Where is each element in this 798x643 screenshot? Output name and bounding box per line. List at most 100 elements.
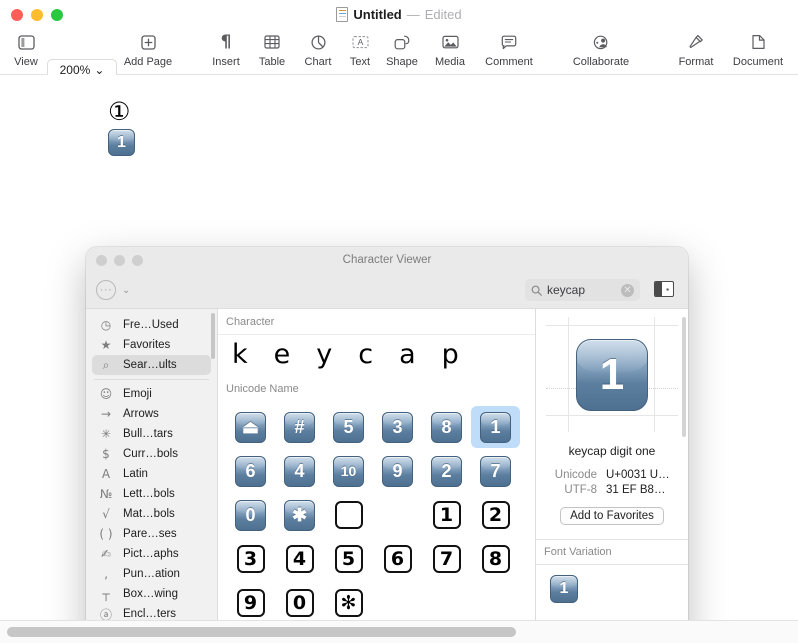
outlined-two: 2 bbox=[481, 501, 510, 529]
grid-cell-blank-keycap[interactable] bbox=[324, 494, 373, 536]
parenthesis-icon: ( ) bbox=[99, 527, 113, 541]
grid-cell-outlined-seven[interactable]: 7 bbox=[422, 538, 471, 580]
sidebar-scrollbar[interactable] bbox=[211, 313, 215, 359]
horizontal-scrollbar-track[interactable] bbox=[0, 620, 798, 643]
document-outlined-char: ① bbox=[108, 97, 131, 126]
toolbar-shape-label: Shape bbox=[386, 56, 418, 68]
outlined-asterisk: ✻ bbox=[334, 589, 363, 617]
sidebar-item-1[interactable]: ★ Favorites bbox=[92, 335, 211, 355]
character-viewer-sidebar: ◷ Fre…Used ★ Favorites ⌕ Sear…ults ☺ Emoji → Arro… bbox=[86, 309, 217, 643]
character-letter-1[interactable]: e bbox=[274, 339, 291, 370]
bullet-star-icon: ✳ bbox=[100, 427, 112, 441]
pictograph-icon: ✍ bbox=[100, 547, 112, 561]
sidebar-item-label: Sear…ults bbox=[123, 359, 177, 371]
grid-cell-outlined-five[interactable]: 5 bbox=[324, 538, 373, 580]
grid-cell-outlined-three[interactable]: 3 bbox=[226, 538, 275, 580]
toolbar-collaborate-button[interactable]: Collaborate bbox=[566, 31, 636, 68]
character-letter-4[interactable]: a bbox=[399, 339, 416, 370]
sidebar-item-11[interactable]: ✍ Pict…aphs bbox=[92, 544, 211, 564]
more-options-button[interactable]: ··· bbox=[96, 280, 116, 300]
sidebar-item-5[interactable]: ✳ Bull…tars bbox=[92, 424, 211, 444]
grid-cell-outlined-two[interactable]: 2 bbox=[471, 494, 520, 536]
add-to-favorites-button[interactable]: Add to Favorites bbox=[560, 507, 664, 525]
grid-cell-five-keycap[interactable]: 5 bbox=[324, 406, 373, 448]
font-variation-list: 1 bbox=[536, 565, 688, 603]
grid-cell-four-keycap[interactable]: 4 bbox=[275, 450, 324, 492]
unicode-value: U+0031 U… bbox=[606, 469, 670, 481]
three-keycap: 3 bbox=[382, 411, 413, 443]
character-letter-2[interactable]: y bbox=[316, 339, 332, 370]
document-title: Untitled bbox=[353, 6, 402, 22]
chevron-down-icon[interactable]: ⌄ bbox=[122, 285, 130, 296]
font-variation-keycap[interactable]: 1 bbox=[550, 575, 578, 603]
character-codes: Unicode U+0031 U… UTF-8 31 EF B8… bbox=[536, 469, 688, 496]
panel-toggle-right: ▪ bbox=[666, 284, 669, 294]
grid-cell-nine-keycap[interactable]: 9 bbox=[373, 450, 422, 492]
sidebar-item-7[interactable]: A Latin bbox=[92, 464, 211, 484]
sidebar-item-4[interactable]: → Arrows bbox=[92, 404, 211, 424]
character-letter-0[interactable]: k bbox=[232, 339, 248, 370]
toolbar-add-page-button[interactable]: Add Page bbox=[113, 31, 183, 68]
document-canvas[interactable]: ① 1 Character Viewer ··· ⌄ keycap ✕ ▪ ◷ … bbox=[0, 75, 798, 643]
sidebar-item-6[interactable]: $ Curr…bols bbox=[92, 444, 211, 464]
eight-keycap: 8 bbox=[431, 411, 462, 443]
grid-cell-outlined-asterisk[interactable]: ✻ bbox=[324, 582, 373, 624]
grid-cell-outlined-eight[interactable]: 8 bbox=[471, 538, 520, 580]
grid-cell-outlined-nine[interactable]: 9 bbox=[226, 582, 275, 624]
search-value: keycap bbox=[547, 283, 586, 297]
sidebar-item-2[interactable]: ⌕ Sear…ults bbox=[92, 355, 211, 375]
sidebar-item-3[interactable]: ☺ Emoji bbox=[92, 384, 211, 404]
grid-cell-outlined-four[interactable]: 4 bbox=[275, 538, 324, 580]
toolbar-document-button[interactable]: Document bbox=[723, 31, 793, 68]
utf8-label: UTF-8 bbox=[564, 484, 597, 496]
add-page-icon bbox=[140, 31, 156, 53]
grid-cell-six-keycap[interactable]: 6 bbox=[226, 450, 275, 492]
character-viewer-body: ◷ Fre…Used ★ Favorites ⌕ Sear…ults ☺ Emoji → Arro… bbox=[86, 308, 688, 643]
grid-cell-eject-keycap[interactable]: ⏏ bbox=[226, 406, 275, 448]
sidebar-item-9[interactable]: √ Mat…bols bbox=[92, 504, 211, 524]
grid-cell-asterisk-keycap[interactable]: ✱ bbox=[275, 494, 324, 536]
horizontal-scrollbar-thumb[interactable] bbox=[7, 627, 516, 637]
document-title-group: Untitled — Edited bbox=[0, 0, 798, 28]
character-letter-5[interactable]: p bbox=[442, 339, 459, 370]
sidebar-item-label: Pict…aphs bbox=[123, 548, 179, 560]
grid-cell-two-keycap[interactable]: 2 bbox=[422, 450, 471, 492]
text-box-icon: A bbox=[351, 31, 369, 53]
character-letter-3[interactable]: c bbox=[358, 339, 373, 370]
toolbar-format-button[interactable]: Format bbox=[661, 31, 731, 68]
grid-cell-outlined-six[interactable]: 6 bbox=[373, 538, 422, 580]
toolbar-view-label: View bbox=[14, 56, 38, 68]
toolbar-comment-button[interactable]: Comment bbox=[474, 31, 544, 68]
grid-cell-outlined-one[interactable]: 1 bbox=[422, 494, 471, 536]
detail-scrollbar[interactable] bbox=[682, 317, 686, 437]
box-drawing-icon: ┬ bbox=[102, 587, 110, 601]
panel-toggle-icon[interactable]: ▪ bbox=[654, 281, 674, 297]
character-letters-row: keycap bbox=[218, 335, 535, 376]
sidebar-item-0[interactable]: ◷ Fre…Used bbox=[92, 315, 211, 335]
sidebar-item-label: Favorites bbox=[123, 339, 171, 351]
sidebar-item-label: Lett…bols bbox=[123, 488, 175, 500]
screen: Untitled — Edited View 200% ⌄ Zoom Add P… bbox=[0, 0, 798, 643]
grid-cell-zero-keycap[interactable]: 0 bbox=[226, 494, 275, 536]
grid-cell-seven-keycap[interactable]: 7 bbox=[471, 450, 520, 492]
grid-cell-outlined-zero[interactable]: 0 bbox=[275, 582, 324, 624]
utf8-value: 31 EF B8… bbox=[606, 484, 666, 496]
sidebar-item-8[interactable]: № Lett…bols bbox=[92, 484, 211, 504]
sidebar-item-10[interactable]: ( ) Pare…ses bbox=[92, 524, 211, 544]
grid-cell-three-keycap[interactable]: 3 bbox=[373, 406, 422, 448]
grid-cell-one-keycap[interactable]: 1 bbox=[471, 406, 520, 448]
sidebar-item-13[interactable]: ┬ Box…wing bbox=[92, 584, 211, 604]
one-keycap: 1 bbox=[480, 411, 511, 443]
document-page-icon bbox=[751, 31, 765, 53]
clear-search-icon[interactable]: ✕ bbox=[621, 283, 634, 297]
search-icon bbox=[531, 285, 542, 296]
grid-cell-hash-keycap[interactable]: # bbox=[275, 406, 324, 448]
format-brush-icon bbox=[688, 31, 704, 53]
media-image-icon bbox=[441, 31, 459, 53]
sidebar-item-12[interactable]: ‚ Pun…ation bbox=[92, 564, 211, 584]
table-icon bbox=[264, 31, 280, 53]
search-input[interactable]: keycap ✕ bbox=[525, 279, 640, 301]
grid-cell-eight-keycap[interactable]: 8 bbox=[422, 406, 471, 448]
character-grid-row: 6 4 10 9 2 7 bbox=[226, 449, 535, 493]
grid-cell-ten-keycap[interactable]: 10 bbox=[324, 450, 373, 492]
